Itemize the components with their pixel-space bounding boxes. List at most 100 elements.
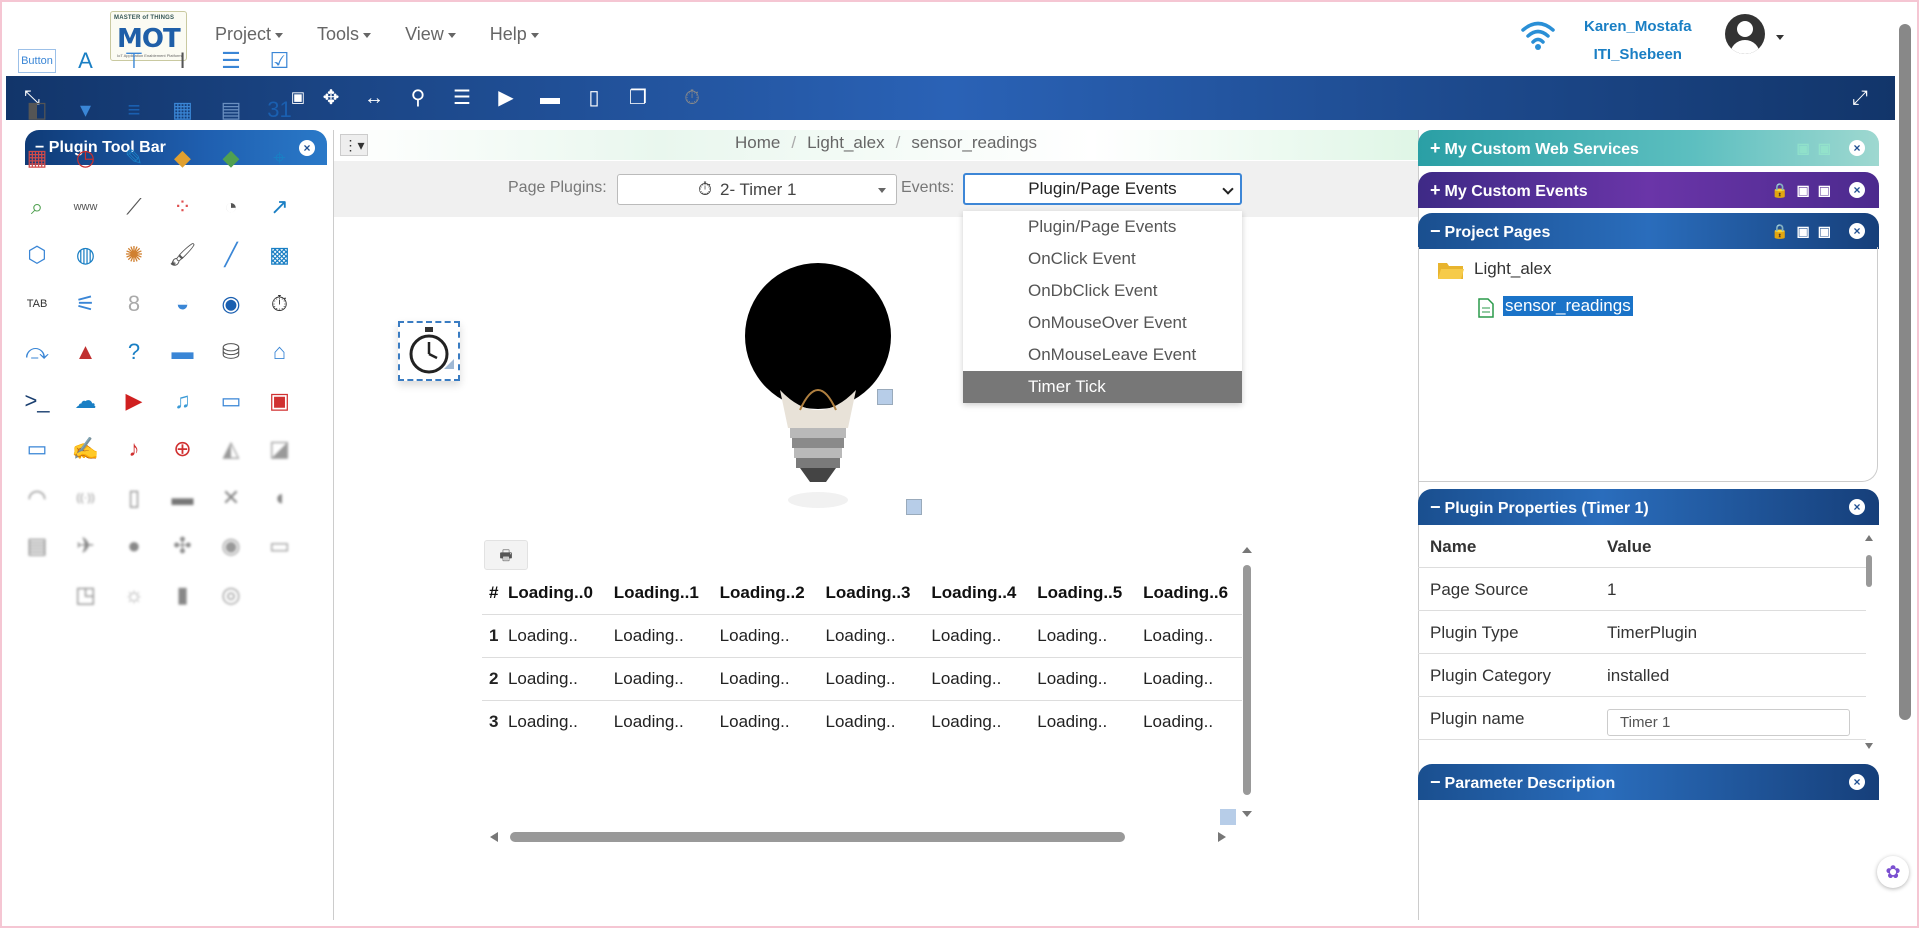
music-plugin-icon[interactable]: ♫	[164, 382, 202, 420]
text-plugin-icon[interactable]: A	[67, 42, 105, 80]
disabled-plugin-2-icon[interactable]: ◪	[261, 430, 299, 468]
web-services-header[interactable]: + My Custom Web Services ▣▣ ×	[1418, 130, 1879, 166]
window-scrollbar[interactable]	[1899, 24, 1911, 720]
expand-icon[interactable]: ⤢	[1848, 86, 1872, 110]
lock-save-icons[interactable]: 🔒▣▣	[1771, 213, 1839, 249]
map-plugin-icon[interactable]: ◆	[164, 139, 202, 177]
location-plugin-icon[interactable]: ⌖	[261, 139, 299, 177]
upload-plugin-icon[interactable]: ☁	[67, 382, 105, 420]
menu-help[interactable]: Help	[490, 24, 539, 45]
plus-icon[interactable]: +	[1430, 138, 1441, 158]
search-icon[interactable]: ⚲	[406, 86, 430, 110]
minus-icon[interactable]: −	[1430, 221, 1441, 241]
event-option[interactable]: OnDbClick Event	[963, 275, 1242, 307]
project-pages-header[interactable]: − Project Pages 🔒▣▣ ×	[1418, 213, 1879, 249]
tree-project[interactable]: Light_alex	[1474, 259, 1552, 279]
toolbox-plugin-icon[interactable]: ▣	[261, 382, 299, 420]
clock-plugin-icon[interactable]: ◷	[67, 139, 105, 177]
custom-events-header[interactable]: + My Custom Events 🔒▣▣ ×	[1418, 172, 1879, 208]
close-icon[interactable]: ×	[1849, 499, 1865, 515]
refresh-plugin-icon[interactable]: ⤼	[18, 333, 56, 371]
play-icon[interactable]: ▶	[494, 86, 518, 110]
mosaic-plugin-icon[interactable]: ✺	[115, 236, 153, 274]
disabled-plugin-1-icon[interactable]: ◭	[212, 430, 250, 468]
events-select[interactable]: Plugin/Page Events	[963, 173, 1242, 205]
satellite-plugin-icon[interactable]: ✈	[67, 527, 105, 565]
help-plugin-icon[interactable]: ?	[115, 333, 153, 371]
plus-icon[interactable]: +	[1430, 180, 1441, 200]
tab-plugin-icon[interactable]: TAB	[18, 285, 56, 323]
user-info[interactable]: Karen_Mostafa ITI_Shebeen	[1584, 13, 1692, 69]
button-plugin-icon[interactable]: Button	[18, 49, 56, 73]
image-plugin-icon[interactable]: ▩	[261, 236, 299, 274]
chevron-down-icon[interactable]	[1776, 35, 1784, 40]
light-bulb-image[interactable]	[740, 260, 900, 520]
breadcrumb-home[interactable]: Home	[735, 133, 780, 152]
line-chart-icon[interactable]: ⟋	[115, 188, 153, 226]
camera-plugin-icon[interactable]: ◳	[67, 576, 105, 614]
blog-plugin-icon[interactable]: ✎	[115, 139, 153, 177]
table-scroll-thumb[interactable]	[1243, 565, 1251, 795]
wifi-plugin-icon[interactable]: ◠	[18, 479, 56, 517]
minus-icon[interactable]: −	[1430, 772, 1441, 792]
lock-save-icons[interactable]: 🔒▣▣	[1771, 172, 1839, 208]
monitor-plugin-icon[interactable]: ▭	[261, 527, 299, 565]
breadcrumb-project[interactable]: Light_alex	[807, 133, 885, 152]
paint-plugin-icon[interactable]: 🖌	[164, 236, 202, 274]
minus-icon[interactable]: −	[1430, 497, 1441, 517]
tree-page[interactable]: sensor_readings	[1503, 296, 1633, 316]
plugin-properties-header[interactable]: − Plugin Properties (Timer 1) ×	[1418, 489, 1879, 525]
line-plugin-icon[interactable]: ╱	[212, 236, 250, 274]
web-plugin-icon[interactable]: www	[67, 188, 105, 226]
drone-plugin-icon[interactable]: ✣	[164, 527, 202, 565]
presentation-plugin-icon[interactable]: ▭	[212, 382, 250, 420]
form-plugin-icon[interactable]: ▤	[18, 527, 56, 565]
donut-chart-icon[interactable]: ◍	[67, 236, 105, 274]
label-plugin-icon[interactable]: I	[164, 42, 202, 80]
calendar-plugin-icon[interactable]: 31	[261, 91, 299, 129]
note-add-icon[interactable]: ♪	[115, 430, 153, 468]
checkbox-plugin-icon[interactable]: ☑	[261, 42, 299, 80]
close-icon[interactable]: ×	[1849, 774, 1865, 790]
grid-plugin-icon[interactable]: ▤	[212, 91, 250, 129]
move-icon[interactable]: ✥	[319, 86, 343, 110]
growth-chart-icon[interactable]: ↗	[261, 188, 299, 226]
screen-plugin-icon[interactable]: ▭	[18, 430, 56, 468]
page-menu-icon[interactable]: ⋮▾	[340, 134, 368, 156]
textbox-plugin-icon[interactable]: ⊤	[115, 42, 153, 80]
youtube-plugin-icon[interactable]: ▶	[115, 382, 153, 420]
disk-plugin-icon[interactable]: ◉	[212, 527, 250, 565]
factory-plugin-icon[interactable]: ⌂	[261, 333, 299, 371]
progress-plugin-icon[interactable]: ▬	[164, 333, 202, 371]
timer-plugin[interactable]	[398, 321, 460, 381]
table-plugin-icon[interactable]: ▦	[164, 91, 202, 129]
signal-plugin-icon[interactable]: ((·))	[67, 479, 105, 517]
print-button[interactable]: 🖶	[484, 540, 528, 570]
assistant-icon[interactable]: ✿	[1877, 856, 1909, 888]
sensor-plugin-icon[interactable]: ●	[115, 527, 153, 565]
resize-horizontal-icon[interactable]: ↔	[362, 86, 386, 110]
file-icon[interactable]: ▯	[582, 86, 606, 110]
link-add-icon[interactable]: ⊕	[164, 430, 202, 468]
page-plugins-select[interactable]: ⏱ 2- Timer 1	[617, 174, 897, 205]
slider-plugin-icon[interactable]: ⚟	[67, 285, 105, 323]
properties-scrollbar[interactable]	[1864, 533, 1874, 753]
folder-icon[interactable]: ▬	[538, 86, 562, 110]
event-option[interactable]: OnMouseLeave Event	[963, 339, 1242, 371]
digit-plugin-icon[interactable]: 8	[115, 285, 153, 323]
gauge-plugin-icon[interactable]: ◒	[164, 285, 202, 323]
close-icon[interactable]: ×	[1849, 182, 1865, 198]
resize-handle[interactable]	[1220, 809, 1236, 825]
tools-plugin-icon[interactable]: ✕	[212, 479, 250, 517]
globe-plugin-icon[interactable]: ◉	[212, 285, 250, 323]
plugin-name-input[interactable]: Timer 1	[1607, 709, 1850, 736]
menu-plugin-icon[interactable]: ≡	[115, 91, 153, 129]
folder-open-icon[interactable]: ❐	[626, 86, 650, 110]
notes-plugin-icon[interactable]: ✍	[67, 430, 105, 468]
menu-view[interactable]: View	[405, 24, 456, 45]
resize-handle[interactable]	[906, 499, 922, 515]
scatter-chart-icon[interactable]: ⁘	[164, 188, 202, 226]
database-plugin-icon[interactable]: ⛁	[212, 333, 250, 371]
event-option[interactable]: OnClick Event	[963, 243, 1242, 275]
list-icon[interactable]: ☰	[450, 86, 474, 110]
